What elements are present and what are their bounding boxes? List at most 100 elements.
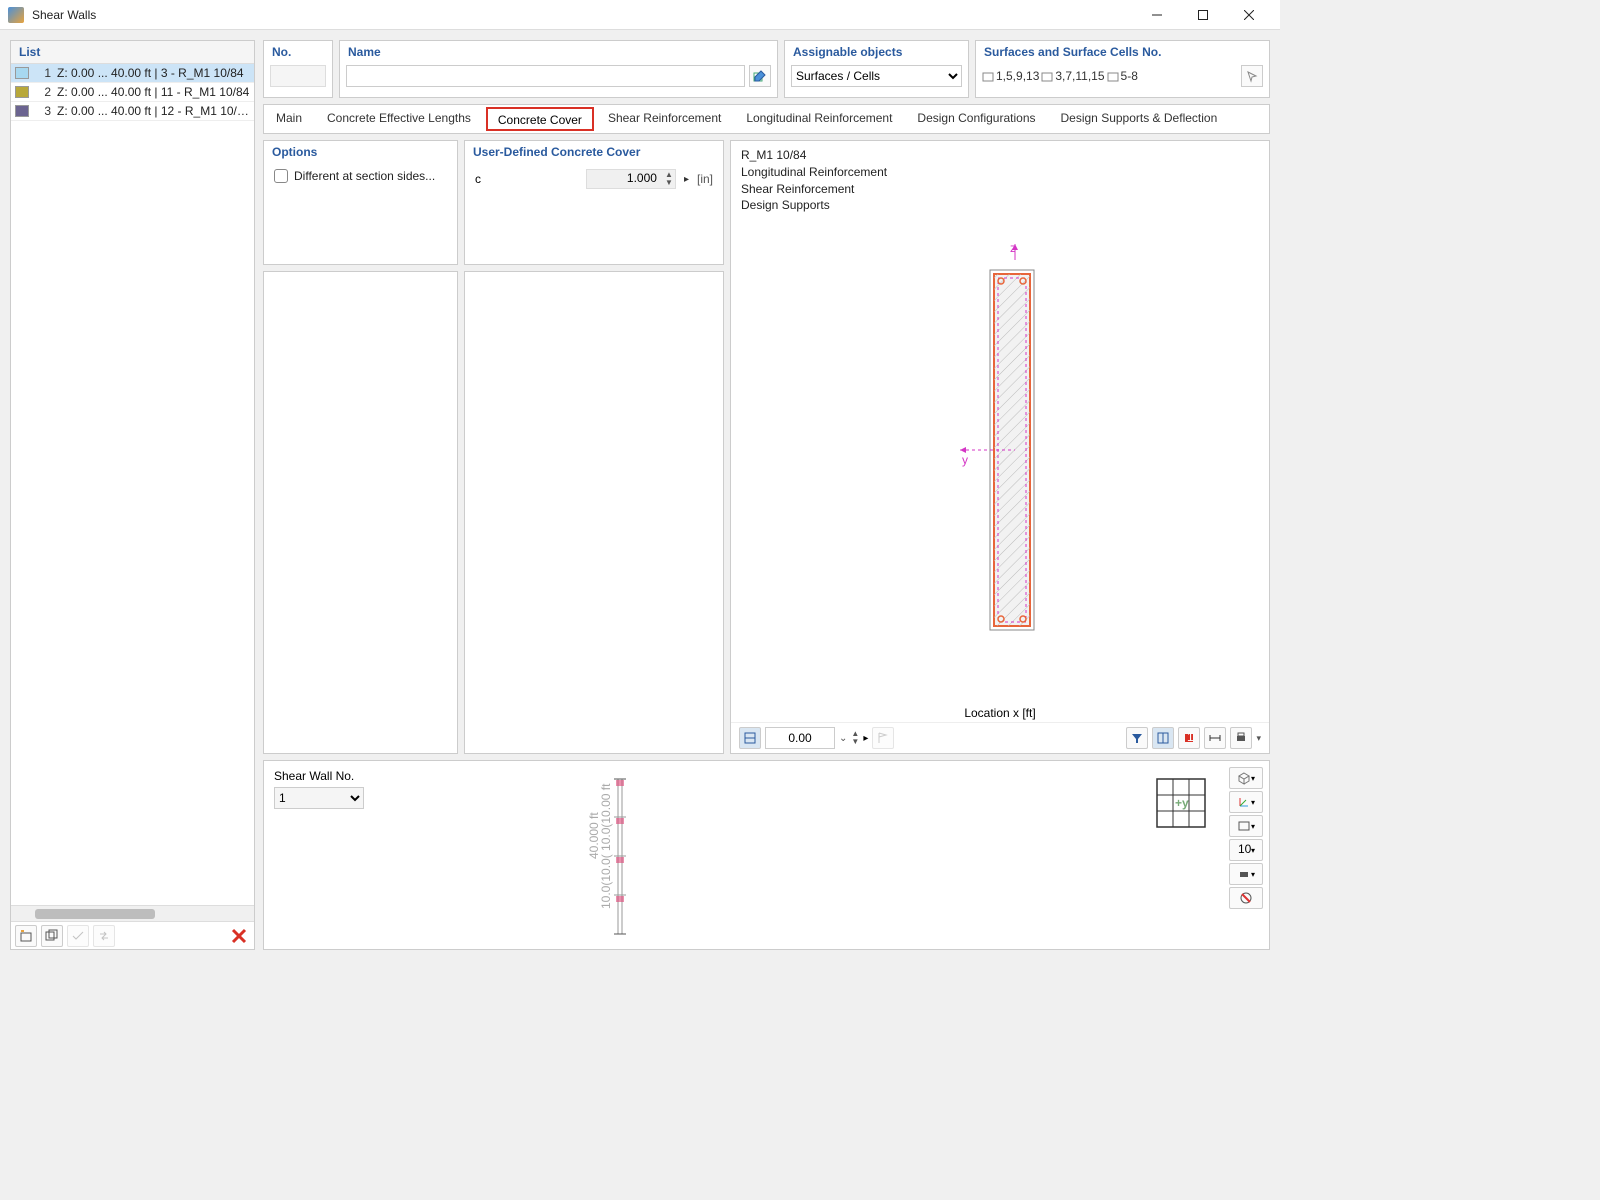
- location-input[interactable]: [765, 727, 835, 749]
- options-panel: Options Different at section sides...: [263, 140, 458, 265]
- tabs: Main Concrete Effective Lengths Concrete…: [263, 104, 1270, 134]
- udcc-panel: User-Defined Concrete Cover c 1.000 ▲▼ ▸…: [464, 140, 724, 265]
- tab-main[interactable]: Main: [264, 105, 315, 133]
- grid-toggle-button[interactable]: [1152, 727, 1174, 749]
- print-button[interactable]: [1230, 727, 1252, 749]
- list-item-num: 1: [35, 66, 51, 80]
- shear-wall-no-select[interactable]: 1: [274, 787, 364, 809]
- reset-view-button[interactable]: [1229, 887, 1263, 909]
- svg-text:1: 1: [1187, 731, 1194, 744]
- pick-cells-button[interactable]: [1241, 65, 1263, 87]
- list-toolbar: [11, 921, 254, 949]
- spinner-icon[interactable]: ▲▼: [665, 171, 673, 187]
- cells-chip: 1,5,9,13: [982, 69, 1039, 83]
- maximize-button[interactable]: [1180, 0, 1226, 30]
- list-item[interactable]: 1 Z: 0.00 ... 40.00 ft | 3 - R_M1 10/84: [11, 64, 254, 83]
- svg-text:10: 10: [1238, 843, 1251, 856]
- different-sides-checkbox[interactable]: Different at section sides...: [274, 169, 447, 183]
- shear-wall-panel: Shear Wall No. 1: [263, 760, 1270, 950]
- cells-chip: 5-8: [1107, 69, 1138, 83]
- spinner-icon[interactable]: ▲▼: [851, 730, 859, 746]
- arrow-right-icon[interactable]: ▸: [684, 174, 689, 185]
- empty-panel-mid: [464, 271, 724, 754]
- edit-name-button[interactable]: [749, 65, 771, 87]
- no-label: No.: [264, 41, 332, 63]
- color-swatch: [15, 67, 29, 79]
- app-icon: [8, 7, 24, 23]
- display-mode-button[interactable]: ▾: [1229, 815, 1263, 837]
- dropdown-icon[interactable]: ▾: [1256, 733, 1261, 744]
- name-panel: Name: [339, 40, 778, 98]
- assignable-select[interactable]: Surfaces / Cells: [791, 65, 962, 87]
- delete-button[interactable]: [228, 925, 250, 947]
- udcc-header: User-Defined Concrete Cover: [465, 141, 723, 163]
- iso-view-button[interactable]: ▾: [1229, 767, 1263, 789]
- tab-design-supports-deflection[interactable]: Design Supports & Deflection: [1049, 105, 1231, 133]
- name-label: Name: [340, 41, 777, 63]
- cells-panel: Surfaces and Surface Cells No. 1,5,9,13 …: [975, 40, 1270, 98]
- assignable-panel: Assignable objects Surfaces / Cells: [784, 40, 969, 98]
- copy-item-button[interactable]: [41, 925, 63, 947]
- list-item[interactable]: 3 Z: 0.00 ... 40.00 ft | 12 - R_M1 10/15: [11, 102, 254, 121]
- options-header: Options: [264, 141, 457, 163]
- axes-button[interactable]: ▾: [1229, 791, 1263, 813]
- tab-longitudinal-reinforcement[interactable]: Longitudinal Reinforcement: [734, 105, 905, 133]
- empty-panel-left: [263, 271, 458, 754]
- checkbox-icon: [274, 169, 288, 183]
- preview-canvas[interactable]: z: [731, 220, 1269, 704]
- filter-button[interactable]: [1126, 727, 1148, 749]
- title-bar: Shear Walls: [0, 0, 1280, 30]
- check-button: [67, 925, 89, 947]
- swap-button: [93, 925, 115, 947]
- list-item[interactable]: 2 Z: 0.00 ... 40.00 ft | 11 - R_M1 10/84: [11, 83, 254, 102]
- assignable-label: Assignable objects: [785, 41, 968, 63]
- print-view-button[interactable]: ▾: [1229, 863, 1263, 885]
- color-swatch: [15, 105, 29, 117]
- list-body[interactable]: 1 Z: 0.00 ... 40.00 ft | 3 - R_M1 10/84 …: [11, 64, 254, 905]
- elevation-schematic: 40.000 ft 10.0(10.0( 10.0(10.00 ft: [584, 769, 644, 947]
- list-panel: List 1 Z: 0.00 ... 40.00 ft | 3 - R_M1 1…: [10, 40, 255, 950]
- color-swatch: [15, 86, 29, 98]
- list-item-num: 2: [35, 85, 51, 99]
- dropdown-icon[interactable]: ⌄: [839, 733, 847, 744]
- section-view-button[interactable]: [739, 727, 761, 749]
- close-button[interactable]: [1226, 0, 1272, 30]
- list-item-label: Z: 0.00 ... 40.00 ft | 11 - R_M1 10/84: [57, 85, 250, 99]
- list-item-label: Z: 0.00 ... 40.00 ft | 3 - R_M1 10/84: [57, 66, 250, 80]
- udcc-unit: [in]: [697, 172, 713, 186]
- list-header: List: [11, 41, 254, 64]
- tab-design-configurations[interactable]: Design Configurations: [905, 105, 1048, 133]
- udcc-value-input[interactable]: 1.000 ▲▼: [586, 169, 676, 189]
- preview-info: R_M1 10/84 Longitudinal Reinforcement Sh…: [731, 141, 1269, 220]
- no-panel: No.: [263, 40, 333, 98]
- dimensions-button[interactable]: [1204, 727, 1226, 749]
- cells-label: Surfaces and Surface Cells No.: [976, 41, 1269, 63]
- checkbox-label: Different at section sides...: [294, 169, 435, 183]
- svg-text:10.0(10.0( 10.0(10.00 ft: 10.0(10.0( 10.0(10.00 ft: [599, 783, 613, 909]
- preview-panel: R_M1 10/84 Longitudinal Reinforcement Sh…: [730, 140, 1270, 754]
- scale-button[interactable]: 10▾: [1229, 839, 1263, 861]
- tab-shear-reinforcement[interactable]: Shear Reinforcement: [596, 105, 734, 133]
- name-input[interactable]: [346, 65, 745, 87]
- minimize-button[interactable]: [1134, 0, 1180, 30]
- tab-concrete-effective-lengths[interactable]: Concrete Effective Lengths: [315, 105, 484, 133]
- view-cube[interactable]: +y: [1153, 775, 1209, 834]
- shear-wall-no-label: Shear Wall No.: [274, 769, 1259, 783]
- no-input[interactable]: [270, 65, 326, 87]
- list-item-label: Z: 0.00 ... 40.00 ft | 12 - R_M1 10/15: [57, 104, 250, 118]
- list-item-num: 3: [35, 104, 51, 118]
- flag-button: [872, 727, 894, 749]
- udcc-param: c: [475, 172, 495, 186]
- new-item-button[interactable]: [15, 925, 37, 947]
- preview-footer: ⌄ ▲▼ ▸ 1 ▾: [731, 722, 1269, 753]
- svg-text:+y: +y: [1175, 796, 1189, 810]
- axis-y-label: y: [962, 453, 968, 467]
- tab-concrete-cover[interactable]: Concrete Cover: [486, 107, 594, 131]
- cells-chip: 3,7,11,15: [1041, 69, 1104, 83]
- arrow-right-icon[interactable]: ▸: [863, 733, 868, 744]
- window-title: Shear Walls: [32, 8, 1134, 22]
- cross-section-diagram: z: [930, 240, 1070, 640]
- horizontal-scrollbar[interactable]: [11, 905, 254, 921]
- location-label: Location x [ft]: [731, 704, 1269, 722]
- info-button[interactable]: 1: [1178, 727, 1200, 749]
